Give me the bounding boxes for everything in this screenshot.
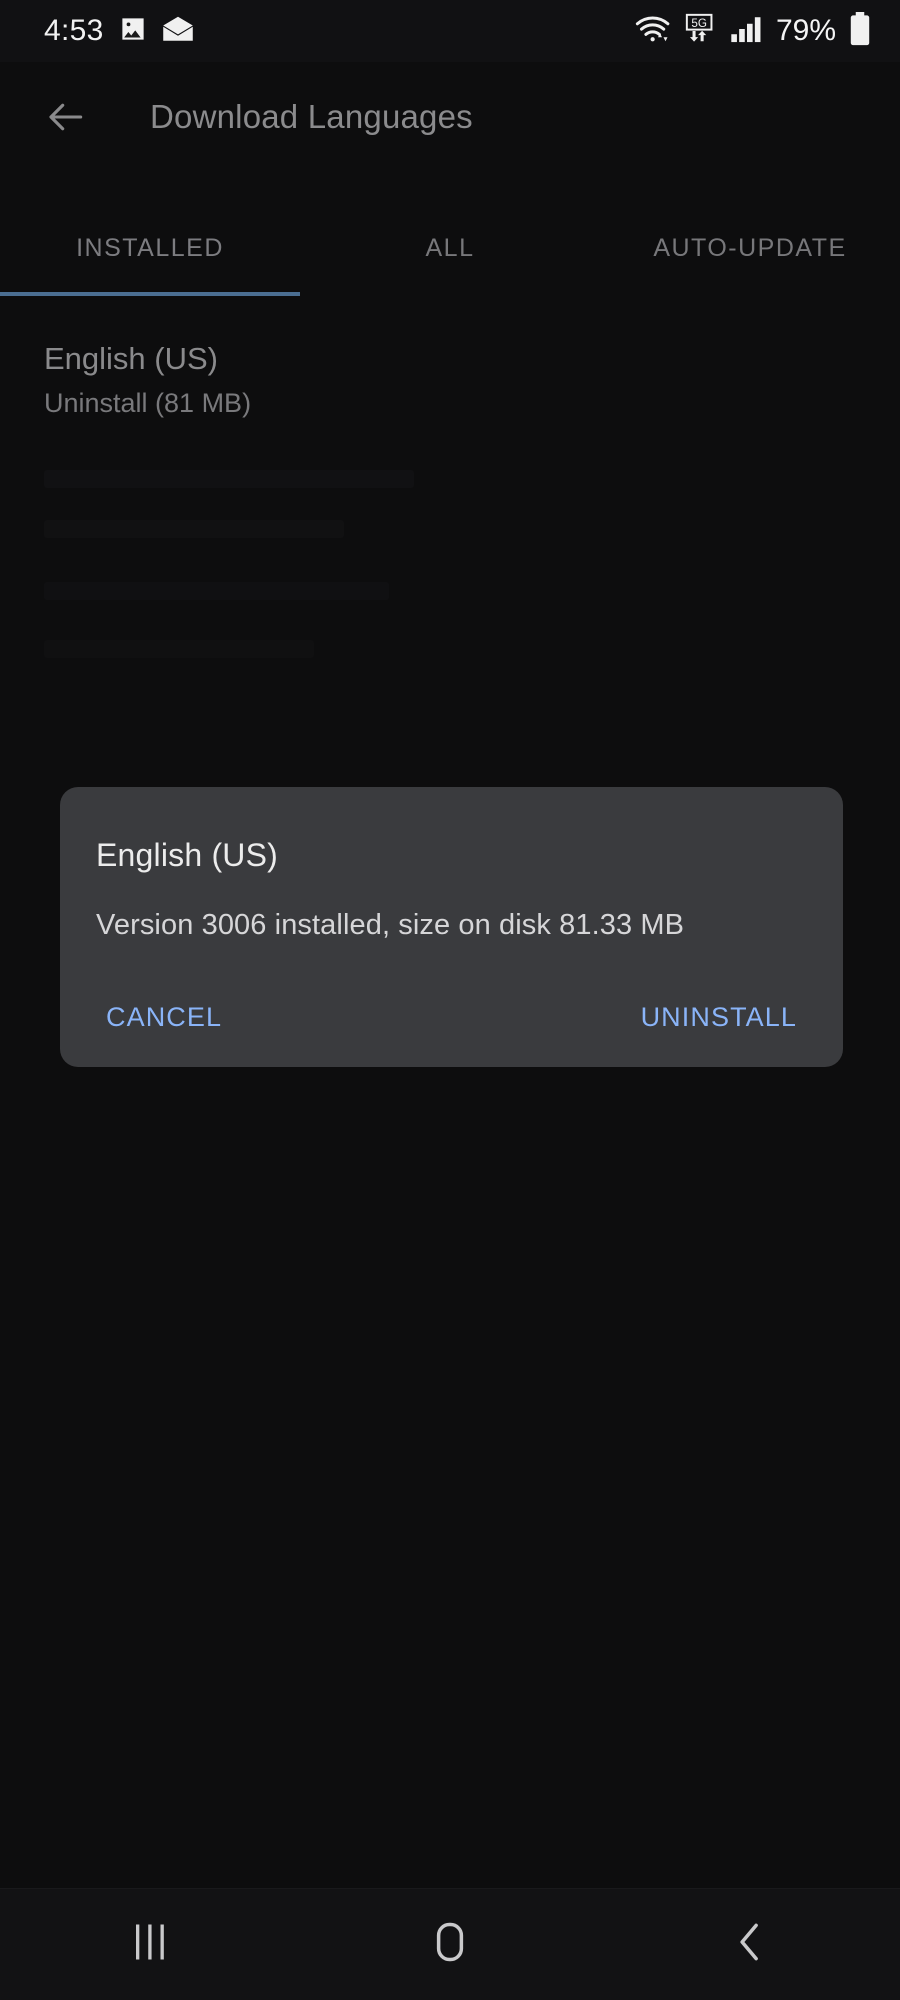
- home-icon: [429, 1919, 471, 1970]
- ghost-row: [44, 640, 314, 658]
- ghost-row: [44, 470, 414, 488]
- tab-active-indicator: [0, 292, 300, 296]
- battery-icon: [848, 11, 872, 51]
- navigation-bar: [0, 1888, 900, 2000]
- status-time: 4:53: [44, 14, 104, 47]
- cellular-signal-icon: [730, 14, 764, 49]
- list-item-subtitle: Uninstall (81 MB): [44, 388, 252, 418]
- dialog-title: English (US): [96, 837, 279, 873]
- dialog-message: Version 3006 installed, size on disk 81.…: [96, 909, 685, 941]
- page-title: Download Languages: [150, 98, 473, 135]
- recents-icon: [129, 1919, 171, 1970]
- uninstall-dialog: English (US) Version 3006 installed, siz…: [60, 787, 843, 1067]
- wifi-icon: [634, 14, 672, 49]
- status-bar-right: 5G 79%: [634, 11, 872, 51]
- home-button[interactable]: [300, 1889, 600, 2000]
- tab-auto-update[interactable]: AUTO-UPDATE: [600, 205, 900, 292]
- recents-button[interactable]: [0, 1889, 300, 2000]
- app-bar: Download Languages: [0, 62, 900, 172]
- nav-back-icon: [729, 1919, 771, 1970]
- cancel-button[interactable]: CANCEL: [106, 1002, 222, 1033]
- ghost-row: [44, 520, 344, 538]
- dialog-actions: CANCEL UNINSTALL: [96, 948, 807, 1067]
- list-item[interactable]: English (US) Uninstall (81 MB): [0, 330, 900, 442]
- svg-text:5G: 5G: [691, 16, 707, 29]
- phone-screen: 4:53 5G 79% Download Languages INSTALLED…: [0, 0, 900, 2000]
- tab-row: INSTALLED ALL AUTO-UPDATE: [0, 205, 900, 292]
- tab-all[interactable]: ALL: [300, 205, 600, 292]
- tab-bar: INSTALLED ALL AUTO-UPDATE: [0, 205, 900, 296]
- back-button[interactable]: [600, 1889, 900, 2000]
- language-list: English (US) Uninstall (81 MB): [0, 330, 900, 442]
- status-bar-left: 4:53: [44, 14, 194, 49]
- status-bar: 4:53 5G 79%: [0, 0, 900, 62]
- image-icon: [118, 14, 148, 49]
- back-arrow-icon[interactable]: [44, 95, 88, 139]
- uninstall-button[interactable]: UNINSTALL: [641, 1002, 797, 1033]
- ghost-row: [44, 582, 389, 600]
- network-badge-icon: 5G: [684, 13, 718, 50]
- mail-icon: [162, 14, 194, 49]
- battery-percent-label: 79%: [775, 14, 836, 47]
- tab-installed[interactable]: INSTALLED: [0, 205, 300, 292]
- list-item-title: English (US): [44, 341, 218, 376]
